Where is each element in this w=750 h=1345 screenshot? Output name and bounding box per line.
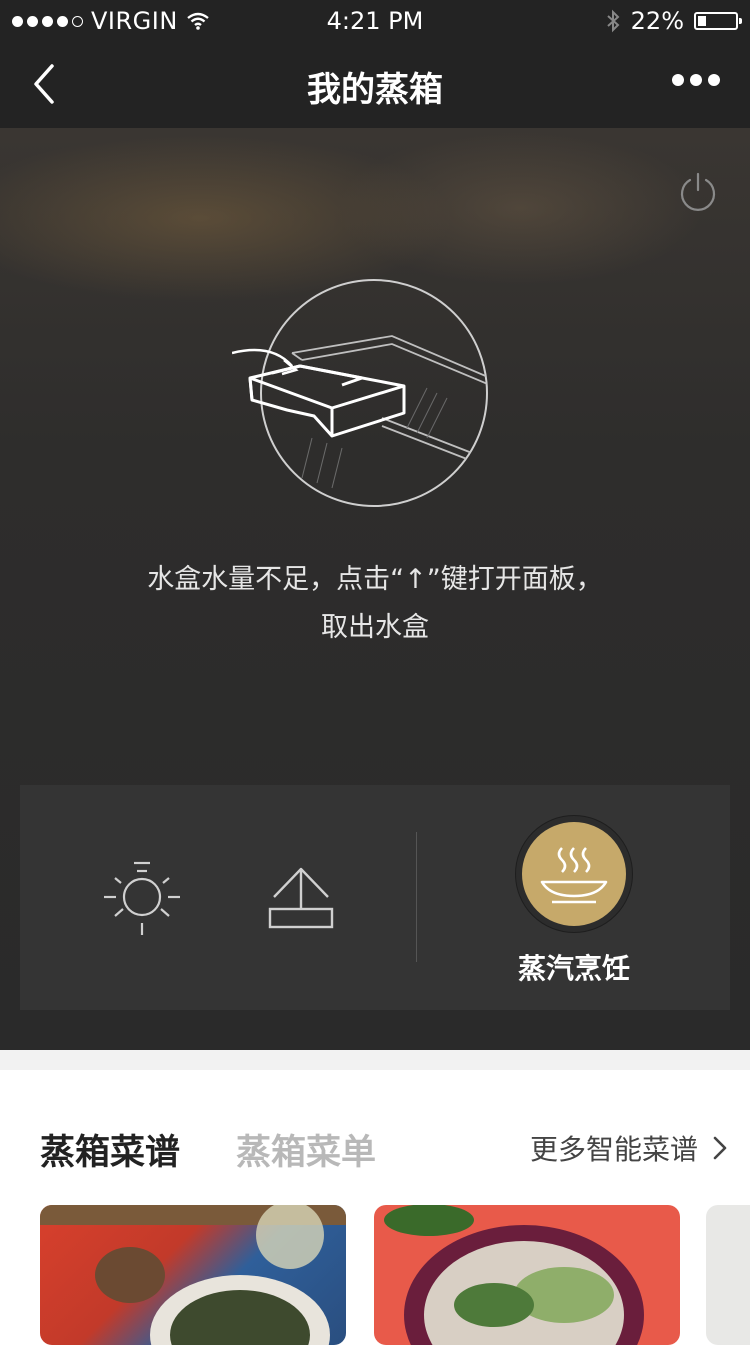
steam-cooking-button[interactable] (515, 815, 633, 935)
device-status-panel: 水盒水量不足，点击“↑”键打开面板， 取出水盒 蒸汽烹饪 (0, 128, 750, 1050)
tab-steam-recipes[interactable]: 蒸箱菜谱 (40, 1124, 180, 1175)
warning-line-1: 水盒水量不足，点击“↑”键打开面板， (147, 564, 603, 595)
recipe-card[interactable] (374, 1205, 680, 1345)
recipe-image (40, 1205, 346, 1345)
more-options-button[interactable] (672, 74, 720, 86)
steam-cooking-icon (540, 847, 608, 904)
chevron-right-icon (713, 1136, 727, 1160)
bluetooth-icon (606, 9, 620, 33)
light-button[interactable] (104, 859, 182, 937)
more-smart-recipes-link[interactable]: 更多智能菜谱 (530, 1128, 728, 1168)
more-dot-icon (708, 74, 720, 86)
page-title: 我的蒸箱 (307, 70, 443, 110)
recipe-card[interactable] (706, 1205, 750, 1345)
eject-panel-button[interactable] (266, 865, 336, 931)
status-right: 22% (605, 7, 742, 35)
more-smart-recipes-label: 更多智能菜谱 (529, 1133, 698, 1166)
tab-steam-menu[interactable]: 蒸箱菜单 (236, 1124, 376, 1175)
light-bulb-icon (104, 861, 180, 935)
section-separator (0, 1050, 750, 1070)
water-tank-illustration (232, 279, 488, 507)
more-dot-icon (672, 74, 684, 86)
steam-cooking-badge (522, 822, 626, 926)
power-icon (680, 172, 716, 211)
recipe-image (384, 1205, 644, 1345)
battery-icon (694, 12, 742, 30)
battery-percent: 22% (630, 7, 684, 35)
steam-cooking-ring (515, 815, 633, 933)
recipe-card[interactable] (40, 1205, 346, 1345)
panel-divider (416, 832, 417, 962)
recipe-tabs: 蒸箱菜谱 蒸箱菜单 更多智能菜谱 (0, 1070, 750, 1205)
warning-line-2: 取出水盒 (321, 612, 429, 643)
nav-bar: 我的蒸箱 (0, 40, 750, 128)
upload-arrow-icon (268, 867, 334, 929)
status-bar: VIRGIN 4:21 PM 22% (0, 0, 750, 40)
power-button[interactable] (676, 170, 720, 214)
steam-cooking-label: 蒸汽烹饪 (517, 952, 630, 985)
more-dot-icon (690, 74, 702, 86)
battery-fill (698, 16, 706, 26)
control-panel: 蒸汽烹饪 (20, 785, 730, 1010)
water-level-warning: 水盒水量不足，点击“↑”键打开面板， 取出水盒 (0, 556, 750, 652)
